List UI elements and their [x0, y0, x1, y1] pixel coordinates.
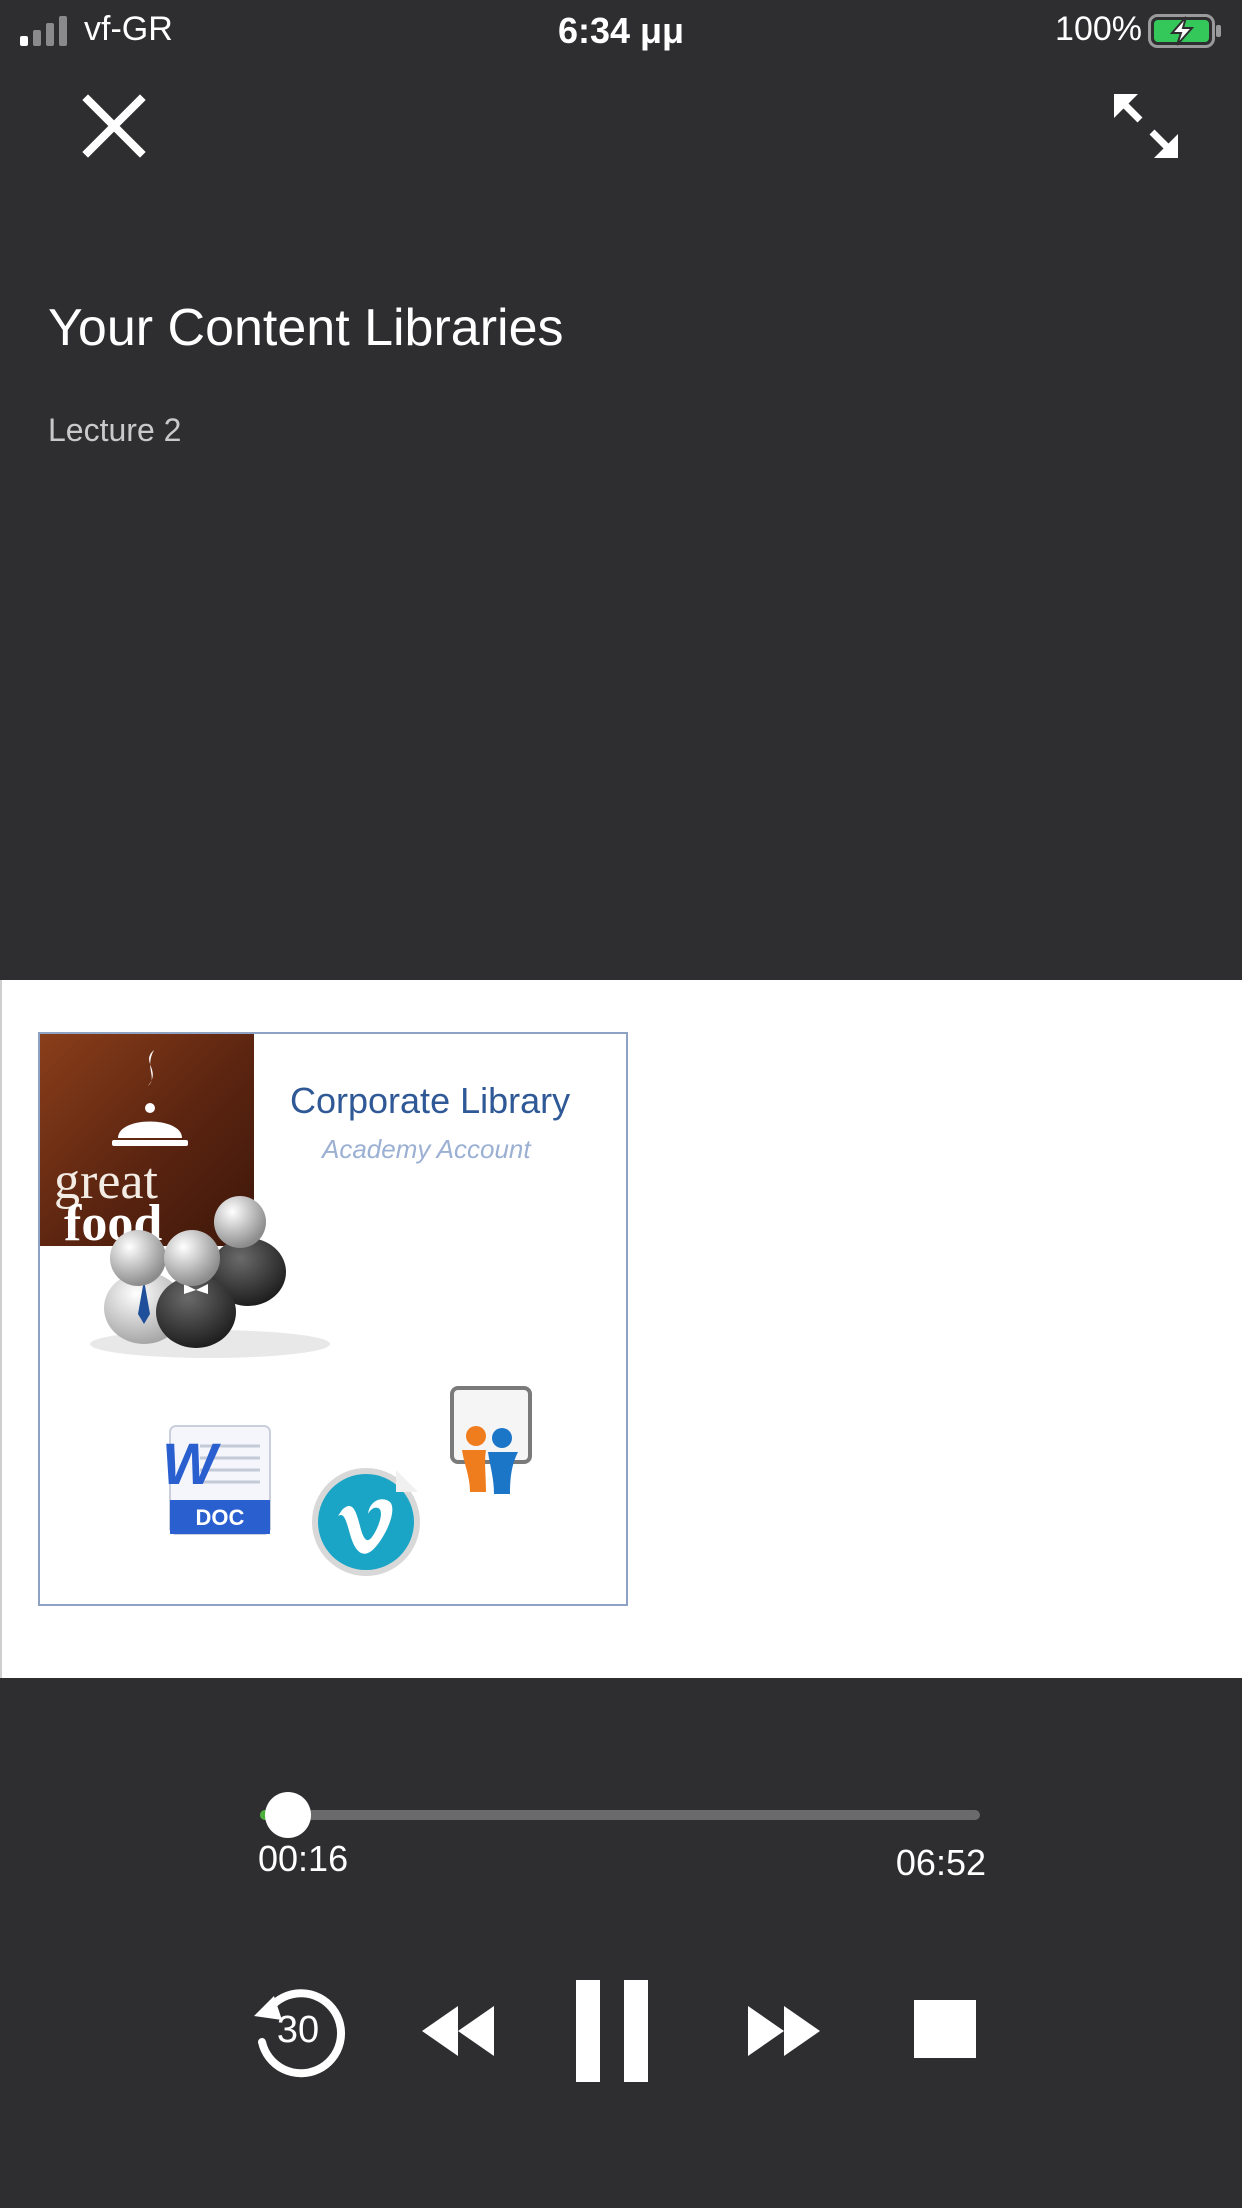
doc-label: DOC [196, 1505, 245, 1530]
expand-icon[interactable] [1110, 90, 1182, 162]
page-title: Your Content Libraries [48, 299, 564, 357]
slide-title: Corporate Library [290, 1080, 571, 1121]
pause-icon[interactable] [574, 1976, 650, 2086]
player-controls: 00:16 06:52 30 [216, 1714, 1026, 2208]
vimeo-icon [312, 1468, 420, 1576]
lecture-subtitle: Lecture 2 [48, 412, 182, 448]
slide-subtitle: Academy Account [322, 1134, 531, 1164]
svg-text:W: W [162, 1432, 221, 1497]
battery-charging-icon [1148, 14, 1221, 48]
progress-bar[interactable] [260, 1792, 980, 1838]
status-bar: vf-GR 6:34 μμ 100% [0, 0, 1242, 64]
stop-icon[interactable] [910, 1976, 980, 2086]
people-group-icon [90, 1196, 330, 1358]
total-time: 06:52 [895, 1842, 986, 1883]
rewind-icon[interactable] [420, 1976, 496, 2086]
replay-30-label: 30 [276, 2009, 320, 2051]
slide-viewer: great food Corporate Library Academy Acc… [0, 980, 1242, 1678]
progress-thumb[interactable] [265, 1792, 312, 1838]
cloche-icon [112, 1050, 188, 1146]
battery-percentage: 100% [1055, 10, 1142, 48]
fast-forward-icon[interactable] [746, 1976, 822, 2086]
slide: great food Corporate Library Academy Acc… [38, 1032, 628, 1606]
current-time: 00:16 [258, 1838, 349, 1879]
close-icon[interactable] [80, 92, 148, 160]
word-doc-icon: W DOC [162, 1425, 271, 1535]
media-player-screen: vf-GR 6:34 μμ 100% Your Content Librarie… [0, 0, 1242, 2208]
replay-30-button[interactable]: 30 [246, 1976, 350, 2086]
slideshare-icon [450, 1386, 532, 1494]
